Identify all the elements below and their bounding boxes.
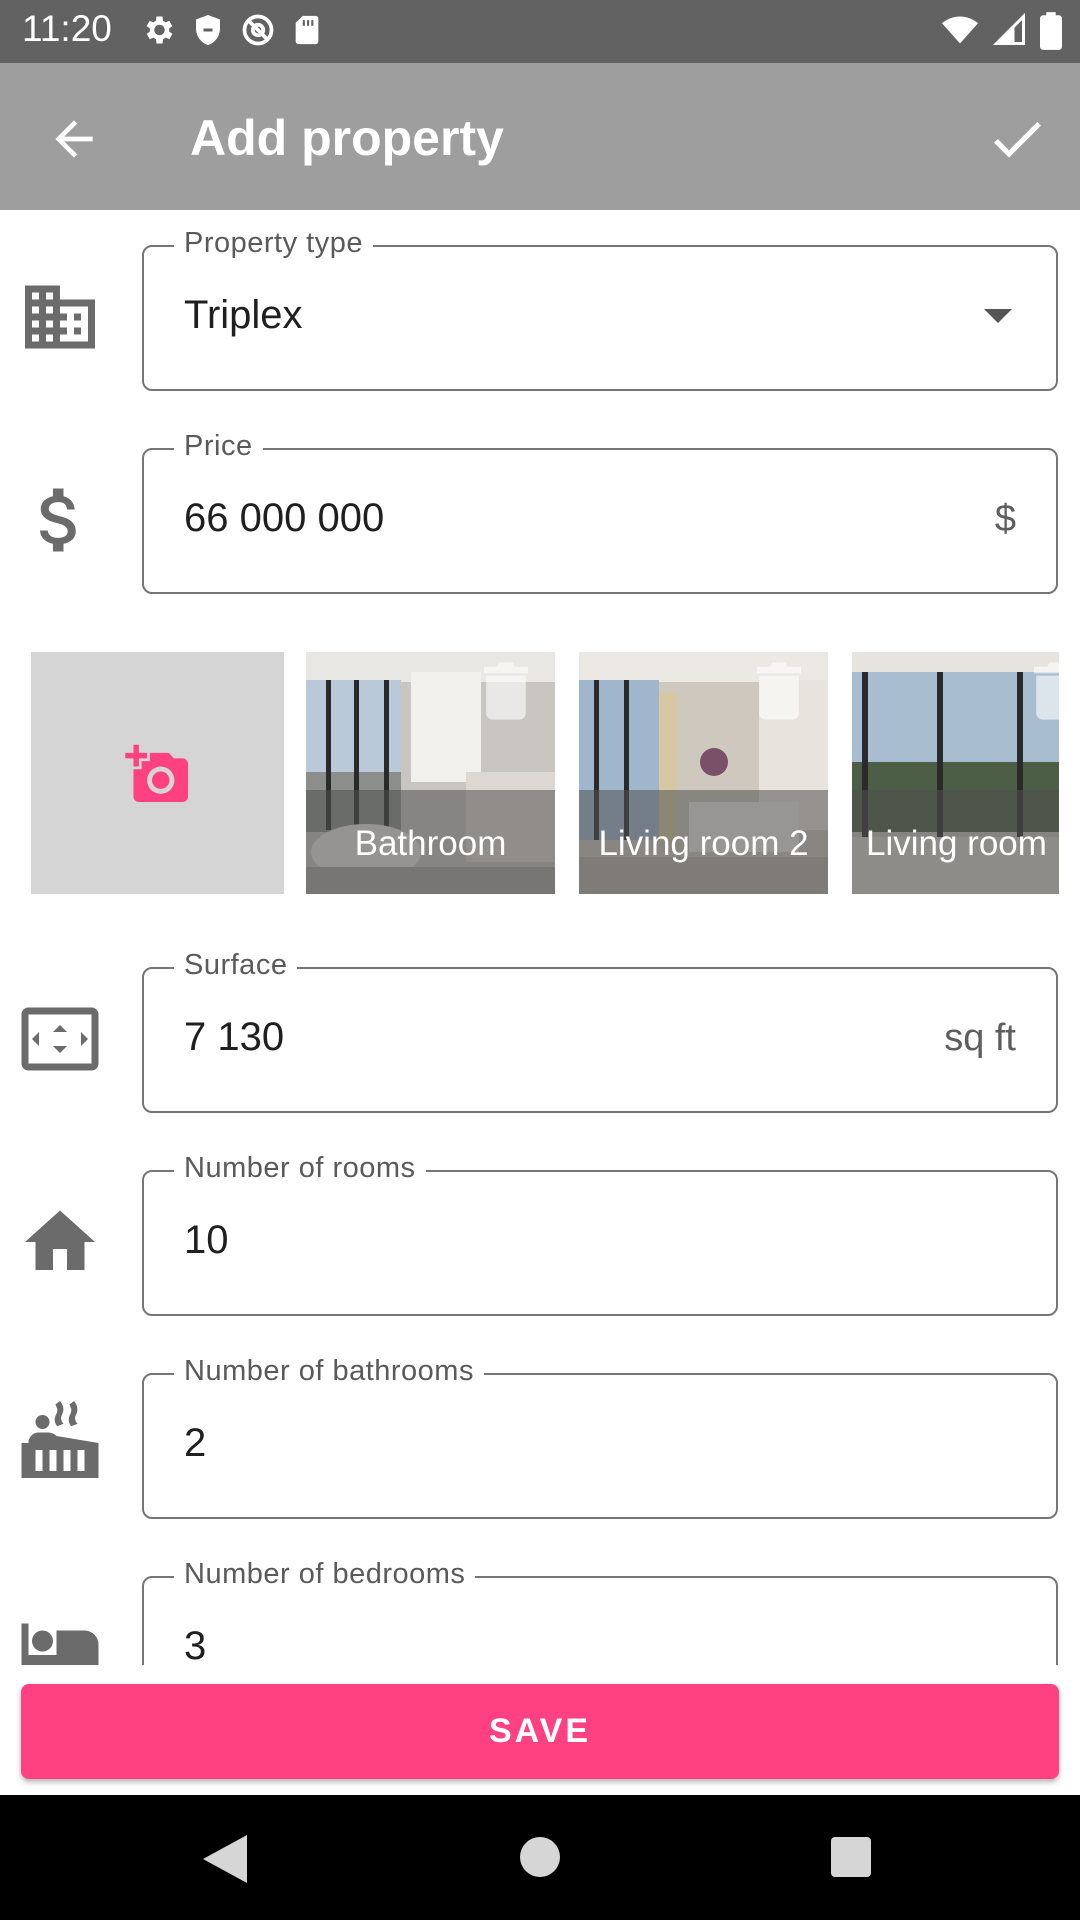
price-row: Price 66 000 000 $	[0, 430, 1080, 608]
battery-icon	[1040, 12, 1062, 50]
price-label: Price	[174, 430, 263, 463]
shield-icon	[196, 15, 220, 45]
property-type-value: Triplex	[184, 293, 303, 337]
wifi-icon	[942, 16, 978, 44]
aspect-ratio-icon	[21, 1007, 99, 1071]
form-scroll-area[interactable]: Property type Triplex Price 66 000 000 $	[0, 210, 1080, 1665]
delete-photo-icon[interactable]	[1034, 660, 1059, 722]
surface-label: Surface	[174, 949, 298, 982]
property-type-dropdown[interactable]: Property type Triplex	[142, 227, 1058, 391]
price-value: 66 000 000	[184, 496, 385, 540]
check-icon[interactable]	[982, 107, 1052, 171]
property-type-label: Property type	[174, 227, 373, 260]
rooms-row: Number of rooms 10	[0, 1152, 1080, 1330]
bedrooms-label: Number of bedrooms	[174, 1558, 476, 1591]
photo-thumbnail[interactable]: Living room	[852, 652, 1059, 894]
bedrooms-value: 3	[184, 1624, 207, 1665]
bathrooms-value: 2	[184, 1421, 207, 1465]
arrow-left-icon[interactable]	[46, 111, 102, 167]
home-icon	[25, 1210, 95, 1270]
page-title: Add property	[190, 110, 504, 166]
rooms-input[interactable]: Number of rooms 10	[142, 1152, 1058, 1316]
surface-suffix: sq ft	[944, 1017, 1016, 1059]
sd-card-icon	[295, 15, 319, 45]
rooms-label: Number of rooms	[174, 1152, 426, 1185]
rooms-value: 10	[184, 1218, 229, 1262]
bathrooms-label: Number of bathrooms	[174, 1355, 484, 1388]
gear-icon	[146, 16, 173, 44]
signal-icon	[992, 12, 1025, 45]
delete-photo-icon[interactable]	[484, 660, 528, 722]
add-photo-button[interactable]	[31, 652, 284, 894]
add-a-photo-icon	[125, 744, 188, 802]
home-circle-icon[interactable]	[520, 1837, 560, 1877]
bathrooms-row: Number of bathrooms 2	[0, 1355, 1080, 1533]
bed-icon	[21, 1623, 99, 1665]
price-input[interactable]: Price 66 000 000 $	[142, 430, 1058, 594]
save-button-label: SAVE	[488, 1712, 592, 1750]
property-type-row: Property type Triplex	[0, 227, 1080, 405]
app-bar: Add property	[0, 63, 1080, 210]
price-suffix: $	[994, 498, 1016, 540]
photo-caption: Living room	[866, 824, 1047, 863]
delete-photo-icon[interactable]	[757, 660, 801, 722]
system-nav-bar	[0, 1795, 1080, 1920]
save-button[interactable]: SAVE	[21, 1684, 1059, 1779]
back-triangle-icon[interactable]	[203, 1835, 247, 1883]
building-icon	[25, 285, 95, 349]
dollar-icon	[40, 488, 76, 552]
hot-tub-icon	[21, 1401, 99, 1478]
bedrooms-row: Number of bedrooms 3	[0, 1558, 1080, 1665]
photo-thumbnail[interactable]: Living room 2	[579, 652, 828, 894]
photo-caption: Living room 2	[598, 824, 809, 863]
surface-row: Surface 7 130 sq ft	[0, 949, 1080, 1127]
dropdown-arrow-icon[interactable]	[984, 309, 1012, 323]
recents-square-icon[interactable]	[831, 1837, 871, 1877]
bathrooms-input[interactable]: Number of bathrooms 2	[142, 1355, 1058, 1519]
photo-caption: Bathroom	[354, 824, 507, 863]
status-time: 11:20	[22, 8, 112, 49]
photo-thumbnail[interactable]: Bathroom	[306, 652, 555, 894]
surface-value: 7 130	[184, 1015, 285, 1059]
status-bar: 11:20	[0, 0, 1080, 63]
photo-strip[interactable]: Bathroom Living room 2 Living room	[31, 652, 1059, 896]
surface-input[interactable]: Surface 7 130 sq ft	[142, 949, 1058, 1113]
at-sign-icon	[242, 14, 274, 46]
bedrooms-input[interactable]: Number of bedrooms 3	[142, 1558, 1058, 1665]
